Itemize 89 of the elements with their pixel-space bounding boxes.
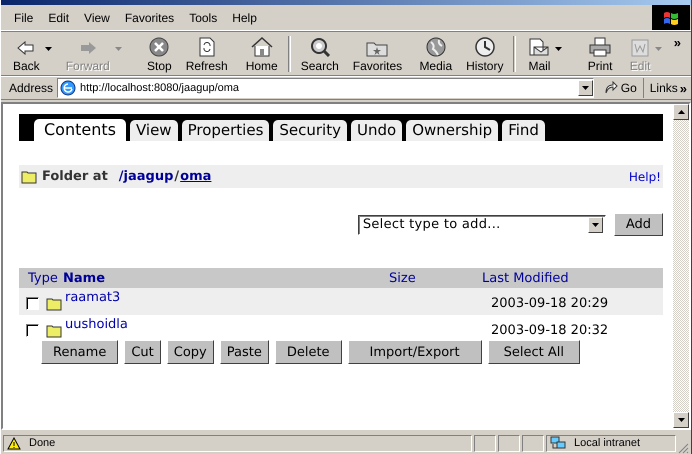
- caret-icon: [678, 110, 684, 114]
- zone-text: Local intranet: [574, 437, 640, 449]
- address-label: Address: [8, 81, 54, 95]
- menu-item[interactable]: Tools: [182, 10, 226, 24]
- arrow-icon: [604, 81, 618, 95]
- tab[interactable]: View: [128, 119, 179, 141]
- home-button[interactable]: Home: [238, 34, 282, 74]
- menu-item[interactable]: Help: [225, 10, 265, 24]
- printer-icon: [589, 37, 612, 57]
- envelope-icon: [528, 37, 550, 57]
- network-computer-icon: [550, 436, 566, 450]
- tab[interactable]: Ownership: [405, 119, 500, 141]
- scroll-down-button[interactable]: [673, 412, 689, 428]
- menu-item[interactable]: View: [77, 10, 118, 24]
- item-name-link[interactable]: uushoidla: [65, 317, 396, 332]
- status-pane: [498, 434, 520, 452]
- location-label: Folder at: [42, 169, 108, 184]
- action-button[interactable]: Select All: [488, 340, 580, 364]
- caret-icon: [114, 47, 122, 51]
- search-button[interactable]: Search: [296, 34, 343, 74]
- tab[interactable]: Undo: [350, 119, 404, 141]
- caret-icon: [655, 47, 662, 51]
- address-field[interactable]: http://localhost:8080/jaagup/oma: [57, 78, 594, 98]
- item-name-link[interactable]: raamat3: [65, 290, 396, 305]
- action-button[interactable]: Copy: [166, 340, 214, 364]
- status-text: Done: [29, 437, 56, 449]
- caret-icon: [592, 222, 599, 226]
- status-pane: [522, 434, 544, 452]
- refresh-button[interactable]: Refresh: [182, 34, 232, 74]
- column-header[interactable]: Type: [19, 270, 65, 286]
- search-icon: [310, 37, 330, 57]
- dropdown-button[interactable]: [578, 80, 593, 96]
- caret-icon: [678, 418, 684, 422]
- home-icon: [250, 37, 273, 57]
- caret-icon: [582, 86, 589, 90]
- menu-item[interactable]: Edit: [41, 10, 78, 24]
- back-arrow-icon: [16, 39, 36, 57]
- document-icon: [631, 39, 650, 57]
- modified-date: 2003-09-18 20:29: [490, 296, 610, 311]
- links-overflow[interactable]: »: [680, 80, 691, 96]
- stop-icon: [149, 37, 170, 57]
- stop-button[interactable]: Stop: [132, 34, 176, 74]
- action-button[interactable]: Rename: [41, 340, 118, 364]
- action-button[interactable]: Delete: [274, 340, 342, 364]
- history-button[interactable]: History: [462, 34, 508, 74]
- column-header[interactable]: Name: [63, 270, 389, 286]
- dropdown-button[interactable]: [588, 216, 603, 232]
- add-button[interactable]: Add: [614, 213, 663, 236]
- status-pane: [474, 434, 496, 452]
- menu-item[interactable]: Favorites: [118, 10, 182, 24]
- back-button[interactable]: Back: [9, 34, 56, 74]
- modified-date: 2003-09-18 20:32: [490, 323, 610, 338]
- tab[interactable]: Contents: [33, 118, 127, 141]
- column-header[interactable]: Last Modified: [482, 270, 663, 286]
- caret-icon: [555, 47, 562, 51]
- media-button[interactable]: Media: [412, 34, 456, 74]
- action-button[interactable]: Cut: [124, 340, 161, 364]
- print-button[interactable]: Print: [572, 34, 616, 74]
- clock-icon: [474, 37, 495, 57]
- resize-grip-icon[interactable]: [678, 443, 689, 454]
- mail-button[interactable]: Mail: [522, 34, 566, 74]
- scroll-up-button[interactable]: [673, 104, 689, 120]
- menu-item[interactable]: File: [7, 10, 42, 24]
- folder-icon: [46, 324, 62, 338]
- path-separator: /: [174, 169, 180, 184]
- toolbar-overflow[interactable]: »: [674, 35, 681, 50]
- scrollbar[interactable]: [673, 104, 689, 428]
- column-header[interactable]: Size: [389, 270, 482, 286]
- folder-icon: [21, 170, 37, 184]
- action-button[interactable]: Import/Export: [348, 340, 482, 364]
- tab[interactable]: Find: [501, 119, 546, 141]
- help-link[interactable]: Help!: [628, 170, 663, 184]
- type-select[interactable]: Select type to add...: [358, 214, 606, 234]
- refresh-icon: [198, 37, 216, 57]
- page-icon: [60, 80, 76, 96]
- globe-icon: [426, 37, 446, 57]
- favorites-button[interactable]: Favorites: [348, 34, 406, 74]
- go-button[interactable]: Go: [598, 78, 644, 98]
- links-button[interactable]: Links: [644, 81, 680, 95]
- checkbox[interactable]: [26, 297, 39, 310]
- action-button[interactable]: Paste: [220, 340, 269, 364]
- windows-logo-icon: [652, 5, 690, 30]
- folder-icon: [46, 296, 62, 310]
- current-folder-link[interactable]: oma: [180, 169, 212, 184]
- tab[interactable]: Security: [272, 119, 348, 141]
- tab[interactable]: Properties: [180, 119, 270, 141]
- warning-icon: [7, 436, 21, 450]
- path-link[interactable]: /jaagup: [118, 169, 174, 184]
- caret-icon: [44, 47, 52, 51]
